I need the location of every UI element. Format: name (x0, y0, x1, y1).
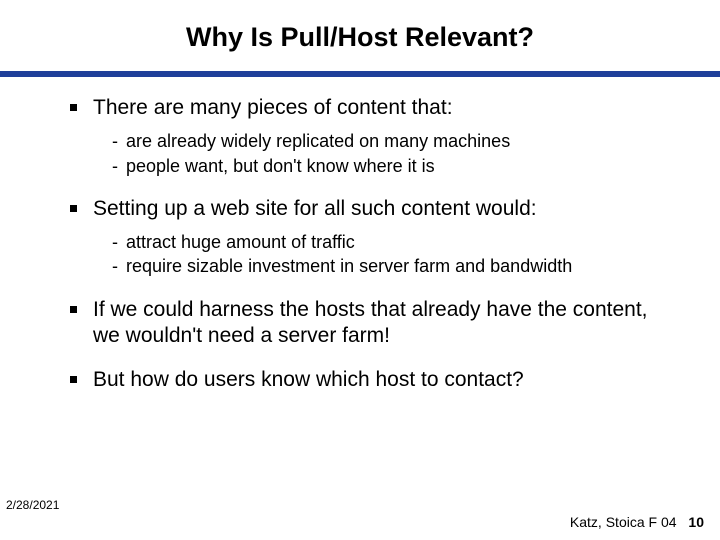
bullet-head: Setting up a web site for all such conte… (70, 196, 680, 222)
bullet-head: If we could harness the hosts that alrea… (70, 297, 680, 350)
square-bullet-icon (70, 104, 77, 111)
bullet-item: If we could harness the hosts that alrea… (70, 297, 680, 350)
sub-text: are already widely replicated on many ma… (126, 129, 510, 153)
sub-text: people want, but don't know where it is (126, 154, 435, 178)
dash-icon: - (112, 230, 118, 254)
sub-item: - require sizable investment in server f… (112, 254, 680, 278)
square-bullet-icon (70, 306, 77, 313)
square-bullet-icon (70, 205, 77, 212)
bullet-item: There are many pieces of content that: -… (70, 95, 680, 178)
sub-text: require sizable investment in server far… (126, 254, 572, 278)
slide: Why Is Pull/Host Relevant? There are man… (0, 0, 720, 540)
sub-list: - are already widely replicated on many … (70, 129, 680, 178)
dash-icon: - (112, 154, 118, 178)
slide-title: Why Is Pull/Host Relevant? (0, 0, 720, 63)
bullet-text: Setting up a web site for all such conte… (93, 196, 680, 222)
sub-item: - people want, but don't know where it i… (112, 154, 680, 178)
footer-date: 2/28/2021 (6, 498, 59, 512)
footer-credit: Katz, Stoica F 04 (570, 514, 677, 530)
sub-list: - attract huge amount of traffic - requi… (70, 230, 680, 279)
bullet-text: There are many pieces of content that: (93, 95, 680, 121)
sub-item: - attract huge amount of traffic (112, 230, 680, 254)
bullet-text: If we could harness the hosts that alrea… (93, 297, 680, 350)
dash-icon: - (112, 254, 118, 278)
page-number: 10 (688, 514, 704, 530)
bullet-text: But how do users know which host to cont… (93, 367, 680, 393)
bullet-head: But how do users know which host to cont… (70, 367, 680, 393)
footer-credit-block: Katz, Stoica F 04 10 (570, 514, 704, 530)
bullet-item: Setting up a web site for all such conte… (70, 196, 680, 279)
square-bullet-icon (70, 376, 77, 383)
bullet-head: There are many pieces of content that: (70, 95, 680, 121)
sub-item: - are already widely replicated on many … (112, 129, 680, 153)
slide-body: There are many pieces of content that: -… (0, 77, 720, 393)
sub-text: attract huge amount of traffic (126, 230, 355, 254)
bullet-item: But how do users know which host to cont… (70, 367, 680, 393)
dash-icon: - (112, 129, 118, 153)
